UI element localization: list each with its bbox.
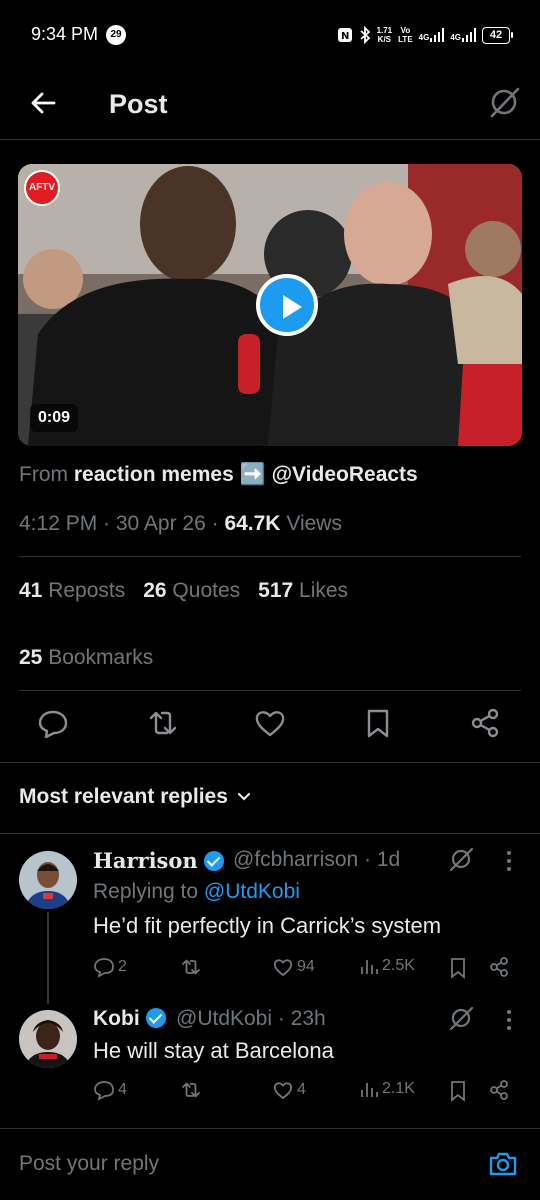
signal-2-icon: 4G: [450, 28, 476, 42]
page-title: Post: [109, 89, 168, 119]
reply-author-handle[interactable]: @UtdKobi · 23h: [176, 1007, 326, 1031]
bluetooth-icon: [359, 26, 370, 44]
share-icon[interactable]: [468, 706, 502, 740]
reply-views-button[interactable]: 2.5K: [359, 956, 415, 976]
reply-views-button[interactable]: 2.1K: [359, 1079, 415, 1099]
divider: [0, 833, 540, 834]
reply-like-button[interactable]: 94: [272, 956, 315, 978]
reply-icon: [94, 1081, 114, 1101]
more-options-icon[interactable]: [506, 851, 512, 873]
volte-indicator: Vo LTE: [398, 26, 413, 44]
status-bar: 9:34 PM 29 N 1.71 K/S Vo LTE 4G 4G 42: [0, 0, 540, 70]
nfc-icon: N: [337, 28, 352, 42]
divider: [19, 690, 521, 691]
divider: [19, 556, 521, 557]
reposts-stat[interactable]: 41 Reposts: [19, 579, 125, 603]
repost-icon: [182, 1082, 200, 1098]
repost-icon[interactable]: [146, 706, 180, 740]
grok-icon[interactable]: [447, 845, 475, 873]
views-count: 64.7K: [224, 512, 281, 535]
bookmarks-stat[interactable]: 25 Bookmarks: [19, 646, 153, 670]
like-icon: [273, 1082, 293, 1100]
replies-sort-dropdown[interactable]: Most relevant replies: [19, 785, 252, 809]
avatar[interactable]: [19, 1010, 77, 1068]
reply-author-handle[interactable]: @fcbharrison · 1d: [233, 848, 400, 872]
reply-text: He’d fit perfectly in Carrick’s system: [93, 913, 442, 938]
reply-text: He will stay at Barcelona: [93, 1038, 334, 1063]
post-meta: 4:12 PM · 30 Apr 26 · 64.7K Views: [19, 512, 342, 535]
video-source[interactable]: From reaction memes ➡️ @VideoReacts: [19, 463, 418, 487]
status-time: 9:34 PM: [31, 24, 99, 44]
quotes-stat[interactable]: 26 Quotes: [143, 579, 240, 603]
reply-repost-button[interactable]: [180, 1079, 205, 1101]
like-icon: [273, 959, 293, 977]
reply-icon: [94, 958, 114, 978]
avatar[interactable]: [19, 851, 77, 909]
verified-badge-icon: [203, 851, 224, 871]
reply-comment-button[interactable]: 4: [93, 1079, 127, 1101]
bookmark-icon[interactable]: [361, 706, 395, 740]
notification-count-badge: 29: [106, 25, 126, 45]
reply-like-button[interactable]: 4: [272, 1079, 306, 1101]
more-options-icon[interactable]: [506, 1010, 512, 1032]
divider: [0, 762, 540, 763]
network-speed: 1.71 K/S: [376, 26, 393, 44]
channel-logo: AFTV: [24, 170, 60, 206]
share-icon[interactable]: [488, 956, 510, 978]
repost-icon: [182, 959, 200, 975]
video-duration: 0:09: [30, 404, 79, 432]
views-icon: [361, 1083, 378, 1097]
likes-stat[interactable]: 517 Likes: [258, 579, 348, 603]
reply-author-name[interactable]: Kobi: [93, 1007, 166, 1031]
reply-author-name[interactable]: Harrison: [93, 848, 224, 873]
top-app-bar: Post: [0, 70, 540, 140]
play-button[interactable]: [256, 274, 318, 336]
engagement-stats: 41 Reposts 26 Quotes 517 Likes: [19, 579, 348, 603]
share-icon[interactable]: [488, 1079, 510, 1101]
reply-compose-bar: Post your reply: [0, 1128, 540, 1200]
action-bar: [0, 706, 540, 746]
battery-icon: 42: [482, 26, 513, 44]
grok-icon[interactable]: [486, 84, 522, 120]
thread-line: [47, 912, 49, 1004]
reply-icon[interactable]: [36, 706, 70, 740]
video-player[interactable]: AFTV 0:09: [18, 164, 522, 446]
verified-badge-icon: [145, 1008, 166, 1028]
status-icons: N 1.71 K/S Vo LTE 4G 4G 42: [337, 20, 513, 50]
chevron-down-icon: [237, 793, 251, 802]
signal-1-icon: 4G: [419, 28, 445, 42]
replying-to-handle[interactable]: @UtdKobi: [204, 880, 300, 903]
source-account[interactable]: reaction memes ➡️ @VideoReacts: [74, 463, 418, 486]
views-icon: [361, 960, 378, 974]
svg-text:N: N: [341, 31, 349, 42]
like-icon[interactable]: [253, 706, 287, 740]
bookmark-icon[interactable]: [449, 957, 467, 979]
back-arrow-icon[interactable]: [28, 88, 58, 118]
reply-comment-button[interactable]: 2: [93, 956, 127, 978]
reply-repost-button[interactable]: [180, 956, 205, 978]
replying-to: Replying to @UtdKobi: [93, 880, 300, 903]
grok-icon[interactable]: [447, 1004, 475, 1032]
camera-icon[interactable]: [488, 1149, 518, 1179]
bookmark-icon[interactable]: [449, 1080, 467, 1102]
reply-input[interactable]: Post your reply: [19, 1152, 159, 1176]
